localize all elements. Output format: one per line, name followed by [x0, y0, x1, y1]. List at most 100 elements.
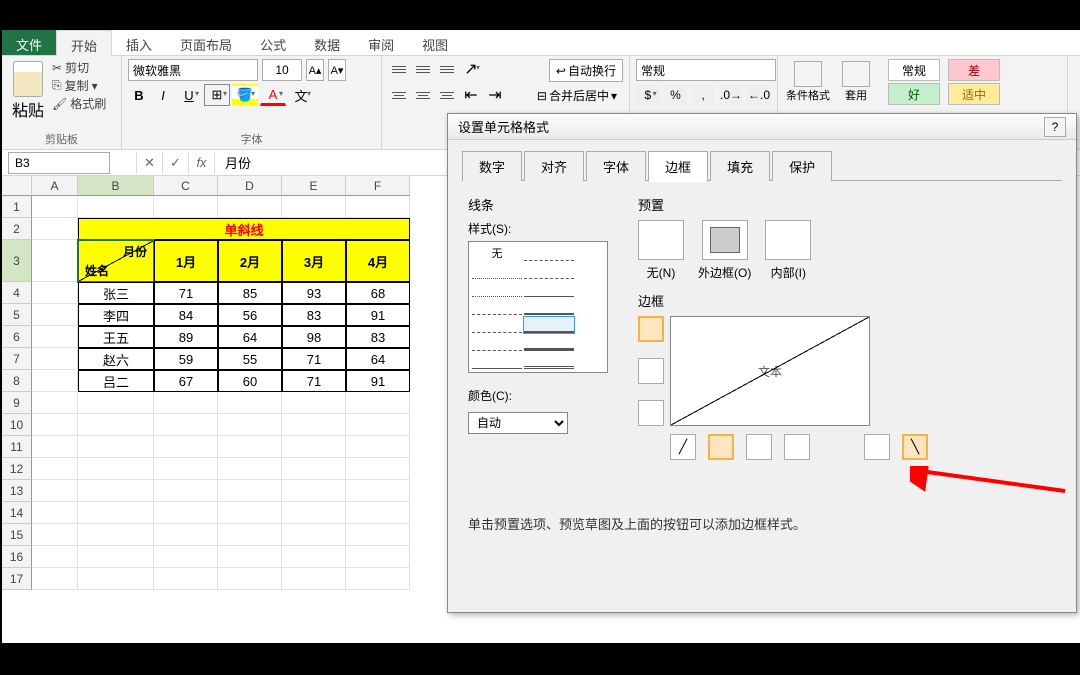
data-cell-2-2[interactable]: 98 — [282, 326, 346, 348]
cell-B11[interactable] — [78, 436, 154, 458]
data-cell-0-3[interactable]: 68 — [346, 282, 410, 304]
name-cell-0[interactable]: 张三 — [78, 282, 154, 304]
cell-F14[interactable] — [346, 502, 410, 524]
row-header-10[interactable]: 10 — [2, 414, 32, 436]
cut-button[interactable]: ✂剪切 — [52, 59, 106, 76]
name-cell-1[interactable]: 李四 — [78, 304, 154, 326]
cell-C17[interactable] — [154, 568, 218, 590]
cell-B13[interactable] — [78, 480, 154, 502]
line-style-none[interactable]: 无 — [472, 245, 522, 261]
dlg-tab-fill[interactable]: 填充 — [710, 151, 770, 181]
line-style-13[interactable] — [524, 353, 574, 369]
month-header-2[interactable]: 3月 — [282, 240, 346, 282]
merge-button[interactable]: ⊟合并后居中 ▾ — [531, 85, 623, 106]
cell-F17[interactable] — [346, 568, 410, 590]
dlg-tab-align[interactable]: 对齐 — [524, 151, 584, 181]
month-header-1[interactable]: 2月 — [218, 240, 282, 282]
preset-inside-button[interactable] — [765, 220, 811, 260]
phonetic-button[interactable]: 文 — [288, 84, 314, 106]
cell-F16[interactable] — [346, 546, 410, 568]
border-left-button[interactable] — [708, 434, 734, 460]
data-cell-1-0[interactable]: 84 — [154, 304, 218, 326]
border-right-button[interactable] — [784, 434, 810, 460]
cell-C12[interactable] — [154, 458, 218, 480]
border-diag-up-button[interactable]: ╱ — [670, 434, 696, 460]
cell-F13[interactable] — [346, 480, 410, 502]
align-middle-button[interactable] — [412, 59, 434, 79]
cell-A8[interactable] — [32, 370, 78, 392]
tab-review[interactable]: 审阅 — [354, 30, 408, 55]
line-style-4[interactable] — [472, 281, 522, 297]
line-style-3[interactable] — [524, 263, 574, 279]
col-header-D[interactable]: D — [218, 176, 282, 196]
dialog-help-button[interactable]: ? — [1044, 117, 1066, 137]
style-bad[interactable]: 差 — [948, 59, 1000, 81]
table-title[interactable]: 单斜线 — [78, 218, 410, 240]
cell-E15[interactable] — [282, 524, 346, 546]
cell-B14[interactable] — [78, 502, 154, 524]
border-extra1-button[interactable] — [864, 434, 890, 460]
col-header-F[interactable]: F — [346, 176, 410, 196]
row-header-3[interactable]: 3 — [2, 240, 32, 282]
dlg-tab-protect[interactable]: 保护 — [772, 151, 832, 181]
row-header-12[interactable]: 12 — [2, 458, 32, 480]
font-color-button[interactable]: A — [260, 84, 286, 106]
data-cell-4-3[interactable]: 91 — [346, 370, 410, 392]
row-header-5[interactable]: 5 — [2, 304, 32, 326]
cell-A10[interactable] — [32, 414, 78, 436]
cell-B15[interactable] — [78, 524, 154, 546]
decrease-font-button[interactable]: A▾ — [328, 59, 346, 81]
cancel-formula-button[interactable]: ✕ — [136, 152, 162, 174]
row-header-17[interactable]: 17 — [2, 568, 32, 590]
cell-A1[interactable] — [32, 196, 78, 218]
accounting-button[interactable]: $ — [636, 84, 660, 106]
line-style-1[interactable] — [524, 245, 574, 261]
data-cell-0-1[interactable]: 85 — [218, 282, 282, 304]
cell-F15[interactable] — [346, 524, 410, 546]
cell-D15[interactable] — [218, 524, 282, 546]
line-style-9[interactable] — [524, 317, 574, 333]
data-cell-3-0[interactable]: 59 — [154, 348, 218, 370]
line-style-grid[interactable]: 无 — [468, 241, 608, 373]
line-style-7[interactable] — [524, 299, 574, 315]
month-header-3[interactable]: 4月 — [346, 240, 410, 282]
row-header-9[interactable]: 9 — [2, 392, 32, 414]
row-header-15[interactable]: 15 — [2, 524, 32, 546]
cell-E17[interactable] — [282, 568, 346, 590]
cell-E9[interactable] — [282, 392, 346, 414]
line-style-8[interactable] — [472, 317, 522, 333]
cell-F11[interactable] — [346, 436, 410, 458]
cell-F10[interactable] — [346, 414, 410, 436]
increase-indent-button[interactable]: ⇥ — [484, 85, 506, 105]
align-top-button[interactable] — [388, 59, 410, 79]
cell-F9[interactable] — [346, 392, 410, 414]
cell-E12[interactable] — [282, 458, 346, 480]
cell-B10[interactable] — [78, 414, 154, 436]
border-diag-down-button[interactable]: ╲ — [902, 434, 928, 460]
cell-C14[interactable] — [154, 502, 218, 524]
align-right-button[interactable] — [436, 85, 458, 105]
border-hmid-button[interactable] — [638, 358, 664, 384]
row-header-4[interactable]: 4 — [2, 282, 32, 304]
cell-D14[interactable] — [218, 502, 282, 524]
dlg-tab-font[interactable]: 字体 — [586, 151, 646, 181]
cell-D16[interactable] — [218, 546, 282, 568]
row-header-13[interactable]: 13 — [2, 480, 32, 502]
cell-B16[interactable] — [78, 546, 154, 568]
orientation-button[interactable]: ↗ — [460, 59, 482, 79]
data-cell-3-1[interactable]: 55 — [218, 348, 282, 370]
cell-A14[interactable] — [32, 502, 78, 524]
month-header-0[interactable]: 1月 — [154, 240, 218, 282]
style-normal[interactable]: 常规 — [888, 59, 940, 81]
cell-B1[interactable] — [78, 196, 154, 218]
cell-F1[interactable] — [346, 196, 410, 218]
cell-E10[interactable] — [282, 414, 346, 436]
bold-button[interactable]: B — [128, 84, 150, 106]
border-preview[interactable]: 文本 — [670, 316, 870, 426]
cell-A7[interactable] — [32, 348, 78, 370]
diagonal-header-cell[interactable]: 月份姓名 — [78, 240, 154, 282]
name-cell-3[interactable]: 赵六 — [78, 348, 154, 370]
data-cell-4-2[interactable]: 71 — [282, 370, 346, 392]
data-cell-1-3[interactable]: 91 — [346, 304, 410, 326]
data-cell-1-1[interactable]: 56 — [218, 304, 282, 326]
